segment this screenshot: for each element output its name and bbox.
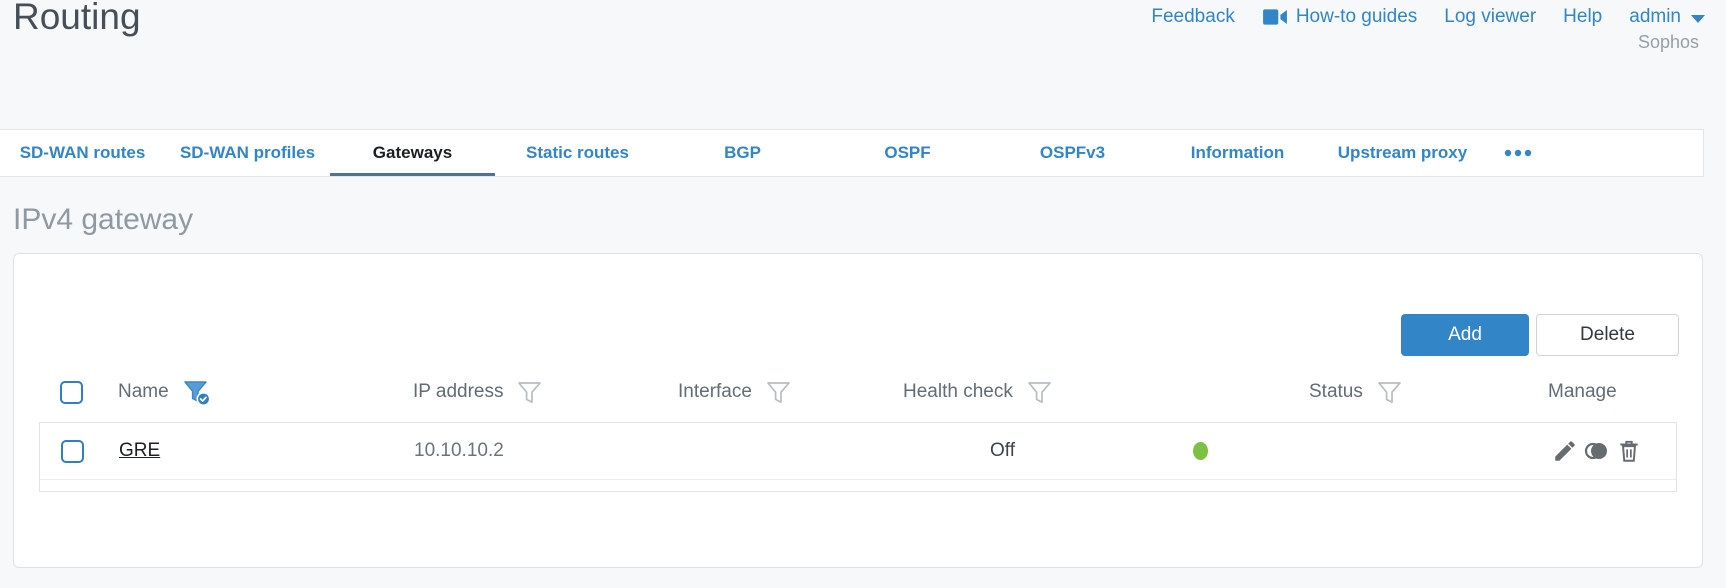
more-tabs-button[interactable] bbox=[1485, 130, 1551, 176]
filter-icon[interactable] bbox=[1026, 380, 1053, 405]
page-title: Routing bbox=[13, 0, 141, 37]
tab-bgp[interactable]: BGP bbox=[660, 130, 825, 176]
filter-icon[interactable] bbox=[765, 380, 792, 405]
column-header-status: Status bbox=[1148, 380, 1548, 405]
edit-icon[interactable] bbox=[1552, 438, 1578, 464]
table-row: GRE 10.10.10.2 Off bbox=[40, 423, 1676, 480]
tab-sd-wan-profiles[interactable]: SD-WAN profiles bbox=[165, 130, 330, 176]
toolbar: Add Delete bbox=[1401, 314, 1679, 356]
manage-cell bbox=[1549, 438, 1676, 464]
status-up-indicator bbox=[1193, 442, 1208, 460]
caret-down-icon bbox=[1691, 14, 1705, 23]
column-header-health-check: Health check bbox=[903, 380, 1148, 405]
column-header-ip-address: IP address bbox=[413, 380, 678, 405]
filter-icon[interactable] bbox=[1376, 380, 1403, 405]
brand-label: Sophos bbox=[1637, 32, 1699, 52]
gateway-name-link[interactable]: GRE bbox=[119, 440, 160, 462]
gateway-name-cell: GRE bbox=[119, 440, 414, 462]
tab-sd-wan-routes[interactable]: SD-WAN routes bbox=[0, 130, 165, 176]
clone-icon[interactable] bbox=[1583, 438, 1611, 464]
log-viewer-link[interactable]: Log viewer bbox=[1444, 6, 1536, 28]
column-header-name: Name bbox=[118, 379, 413, 406]
row-checkbox[interactable] bbox=[61, 439, 84, 463]
tab-bar: SD-WAN routes SD-WAN profiles Gateways S… bbox=[0, 129, 1704, 177]
tab-upstream-proxy[interactable]: Upstream proxy bbox=[1320, 130, 1485, 176]
select-all-checkbox[interactable] bbox=[60, 380, 83, 404]
help-link[interactable]: Help bbox=[1563, 6, 1602, 28]
video-camera-icon bbox=[1262, 7, 1288, 27]
section-heading: IPv4 gateway bbox=[13, 203, 194, 236]
top-nav: Feedback How-to guides Log viewer Help a… bbox=[1151, 6, 1705, 28]
status-cell bbox=[1149, 442, 1549, 460]
select-all-cell bbox=[39, 380, 118, 404]
filter-active-icon[interactable] bbox=[182, 379, 212, 406]
tab-ospfv3[interactable]: OSPFv3 bbox=[990, 130, 1155, 176]
delete-button[interactable]: Delete bbox=[1536, 314, 1679, 356]
table-header: Name IP address Interface Health check S… bbox=[39, 368, 1677, 416]
feedback-link[interactable]: Feedback bbox=[1151, 6, 1234, 28]
column-header-interface: Interface bbox=[678, 380, 903, 405]
row-select-cell bbox=[40, 439, 119, 463]
tab-ospf[interactable]: OSPF bbox=[825, 130, 990, 176]
tab-information[interactable]: Information bbox=[1155, 130, 1320, 176]
add-button[interactable]: Add bbox=[1401, 314, 1529, 356]
filter-icon[interactable] bbox=[516, 380, 543, 405]
ellipsis-icon bbox=[1504, 149, 1532, 157]
ip-address-cell: 10.10.10.2 bbox=[414, 440, 504, 461]
table-body: GRE 10.10.10.2 Off bbox=[39, 422, 1677, 492]
delete-icon[interactable] bbox=[1616, 438, 1642, 464]
tab-static-routes[interactable]: Static routes bbox=[495, 130, 660, 176]
health-check-cell: Off bbox=[990, 440, 1015, 461]
tab-gateways[interactable]: Gateways bbox=[330, 130, 495, 176]
page-header: Routing Feedback How-to guides Log viewe… bbox=[0, 0, 1726, 129]
ipv4-gateway-card: Add Delete Name IP address Interface Hea… bbox=[13, 253, 1703, 568]
user-menu[interactable]: admin bbox=[1629, 6, 1705, 28]
howto-guides-link[interactable]: How-to guides bbox=[1262, 6, 1417, 28]
column-header-manage: Manage bbox=[1548, 381, 1617, 402]
